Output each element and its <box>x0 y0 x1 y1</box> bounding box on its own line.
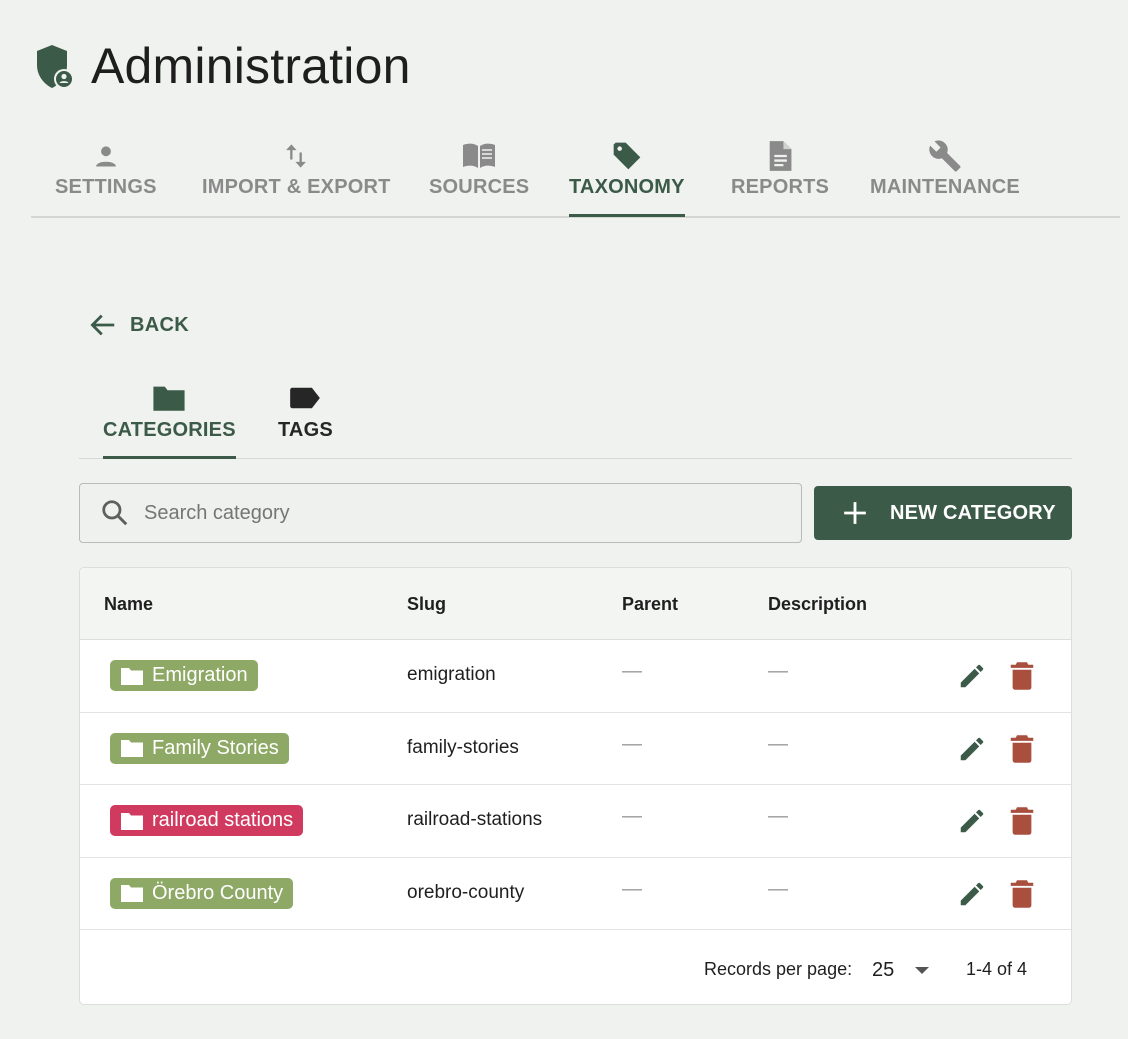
book-icon <box>463 143 496 168</box>
table-pagination: Records per page: 25 1-4 of 4 <box>80 930 1071 1004</box>
folder-icon <box>121 812 143 830</box>
records-per-page-label: Records per page: <box>704 959 853 979</box>
description-cell: — <box>768 660 788 682</box>
edit-button[interactable] <box>956 878 988 910</box>
tab-label: SOURCES <box>429 176 530 198</box>
category-name: Örebro County <box>152 881 284 904</box>
tab-label: CATEGORIES <box>103 419 236 441</box>
delete-button[interactable] <box>1006 878 1038 910</box>
swap-vertical-icon <box>286 144 307 168</box>
tab-categories[interactable]: CATEGORIES <box>103 380 236 459</box>
pencil-icon <box>960 809 984 833</box>
delete-button[interactable] <box>1006 660 1038 692</box>
tab-taxonomy[interactable]: TAXONOMY <box>569 138 685 217</box>
category-name: railroad stations <box>152 809 294 831</box>
tab-label: MAINTENANCE <box>870 176 1020 198</box>
column-header-slug[interactable]: Slug <box>407 594 446 615</box>
arrow-left-icon <box>90 314 115 336</box>
pencil-icon <box>960 882 984 905</box>
tab-label: TAGS <box>278 419 333 441</box>
pencil-icon <box>960 737 984 760</box>
admin-shield-icon <box>37 45 74 89</box>
parent-cell: — <box>622 732 642 755</box>
delete-button[interactable] <box>1006 805 1038 837</box>
tab-label: SETTINGS <box>55 176 157 198</box>
trash-icon <box>1010 734 1034 763</box>
page-header: Administration <box>35 38 411 94</box>
table-row: Emigration emigration — — <box>80 640 1071 713</box>
search-input[interactable] <box>144 501 744 525</box>
tab-label: REPORTS <box>731 176 830 198</box>
page-title: Administration <box>91 38 411 94</box>
new-category-label: NEW CATEGORY <box>890 501 1056 524</box>
folder-icon <box>153 386 185 411</box>
edit-button[interactable] <box>956 660 988 692</box>
search-icon <box>102 500 128 526</box>
trash-icon <box>1010 662 1034 690</box>
new-category-button[interactable]: NEW CATEGORY <box>814 486 1072 540</box>
table-row: Family Stories family-stories — — <box>80 713 1071 785</box>
document-icon <box>769 141 792 171</box>
category-chip[interactable]: Örebro County <box>110 877 294 909</box>
records-per-page-value: 25 <box>872 958 895 981</box>
column-header-parent[interactable]: Parent <box>622 594 678 615</box>
slug-cell: family-stories <box>407 736 519 758</box>
caret-down-icon <box>915 967 930 974</box>
description-cell: — <box>768 732 788 755</box>
table-header: Name Slug Parent Description <box>80 568 1071 640</box>
category-name: Family Stories <box>152 736 279 759</box>
description-cell: — <box>768 877 788 900</box>
slug-cell: railroad-stations <box>407 809 543 830</box>
tag-label-icon <box>290 387 321 409</box>
folder-icon <box>121 740 143 757</box>
slug-cell: emigration <box>407 664 496 685</box>
admin-page: Administration SETTINGS IMPORT & EXPORT <box>0 0 1128 1039</box>
category-name: Emigration <box>152 664 248 686</box>
tab-import-export[interactable]: IMPORT & EXPORT <box>202 138 391 216</box>
records-per-page-select[interactable]: 25 <box>872 954 934 986</box>
tab-maintenance[interactable]: MAINTENANCE <box>870 138 1020 216</box>
tab-label: TAXONOMY <box>569 176 685 198</box>
category-chip[interactable]: railroad stations <box>110 805 304 836</box>
categories-table: Name Slug Parent Description Emigration … <box>79 567 1072 1005</box>
description-cell: — <box>768 805 788 827</box>
back-button[interactable]: BACK <box>88 310 189 340</box>
column-header-name[interactable]: Name <box>104 594 153 615</box>
tab-reports[interactable]: REPORTS <box>731 138 829 216</box>
column-header-description[interactable]: Description <box>768 594 867 615</box>
table-row: railroad stations railroad-stations — — <box>80 785 1071 858</box>
tab-settings[interactable]: SETTINGS <box>55 138 157 216</box>
parent-cell: — <box>622 805 642 827</box>
plus-icon <box>844 502 866 524</box>
wrench-icon <box>929 140 961 172</box>
parent-cell: — <box>622 660 642 682</box>
tab-label: IMPORT & EXPORT <box>202 176 391 198</box>
search-field[interactable] <box>79 483 802 543</box>
delete-button[interactable] <box>1006 733 1038 765</box>
trash-icon <box>1010 879 1034 908</box>
pagination-range: 1-4 of 4 <box>966 959 1028 979</box>
slug-cell: orebro-county <box>407 881 525 903</box>
back-label: BACK <box>130 313 189 336</box>
sub-tab-bar: CATEGORIES TAGS <box>79 380 1072 459</box>
parent-cell: — <box>622 877 642 900</box>
tab-sources[interactable]: SOURCES <box>429 138 529 216</box>
folder-icon <box>121 667 143 685</box>
main-tab-bar: SETTINGS IMPORT & EXPORT SOURCES TAXONOM… <box>31 138 1120 218</box>
tab-tags[interactable]: TAGS <box>278 380 333 458</box>
category-chip[interactable]: Family Stories <box>110 732 289 764</box>
tag-icon <box>613 142 641 170</box>
trash-icon <box>1010 807 1034 835</box>
pencil-icon <box>960 664 984 688</box>
person-icon <box>95 146 116 167</box>
edit-button[interactable] <box>956 805 988 837</box>
edit-button[interactable] <box>956 733 988 765</box>
folder-icon <box>121 885 143 902</box>
category-chip[interactable]: Emigration <box>110 660 258 691</box>
table-row: Örebro County orebro-county — — <box>80 858 1071 930</box>
